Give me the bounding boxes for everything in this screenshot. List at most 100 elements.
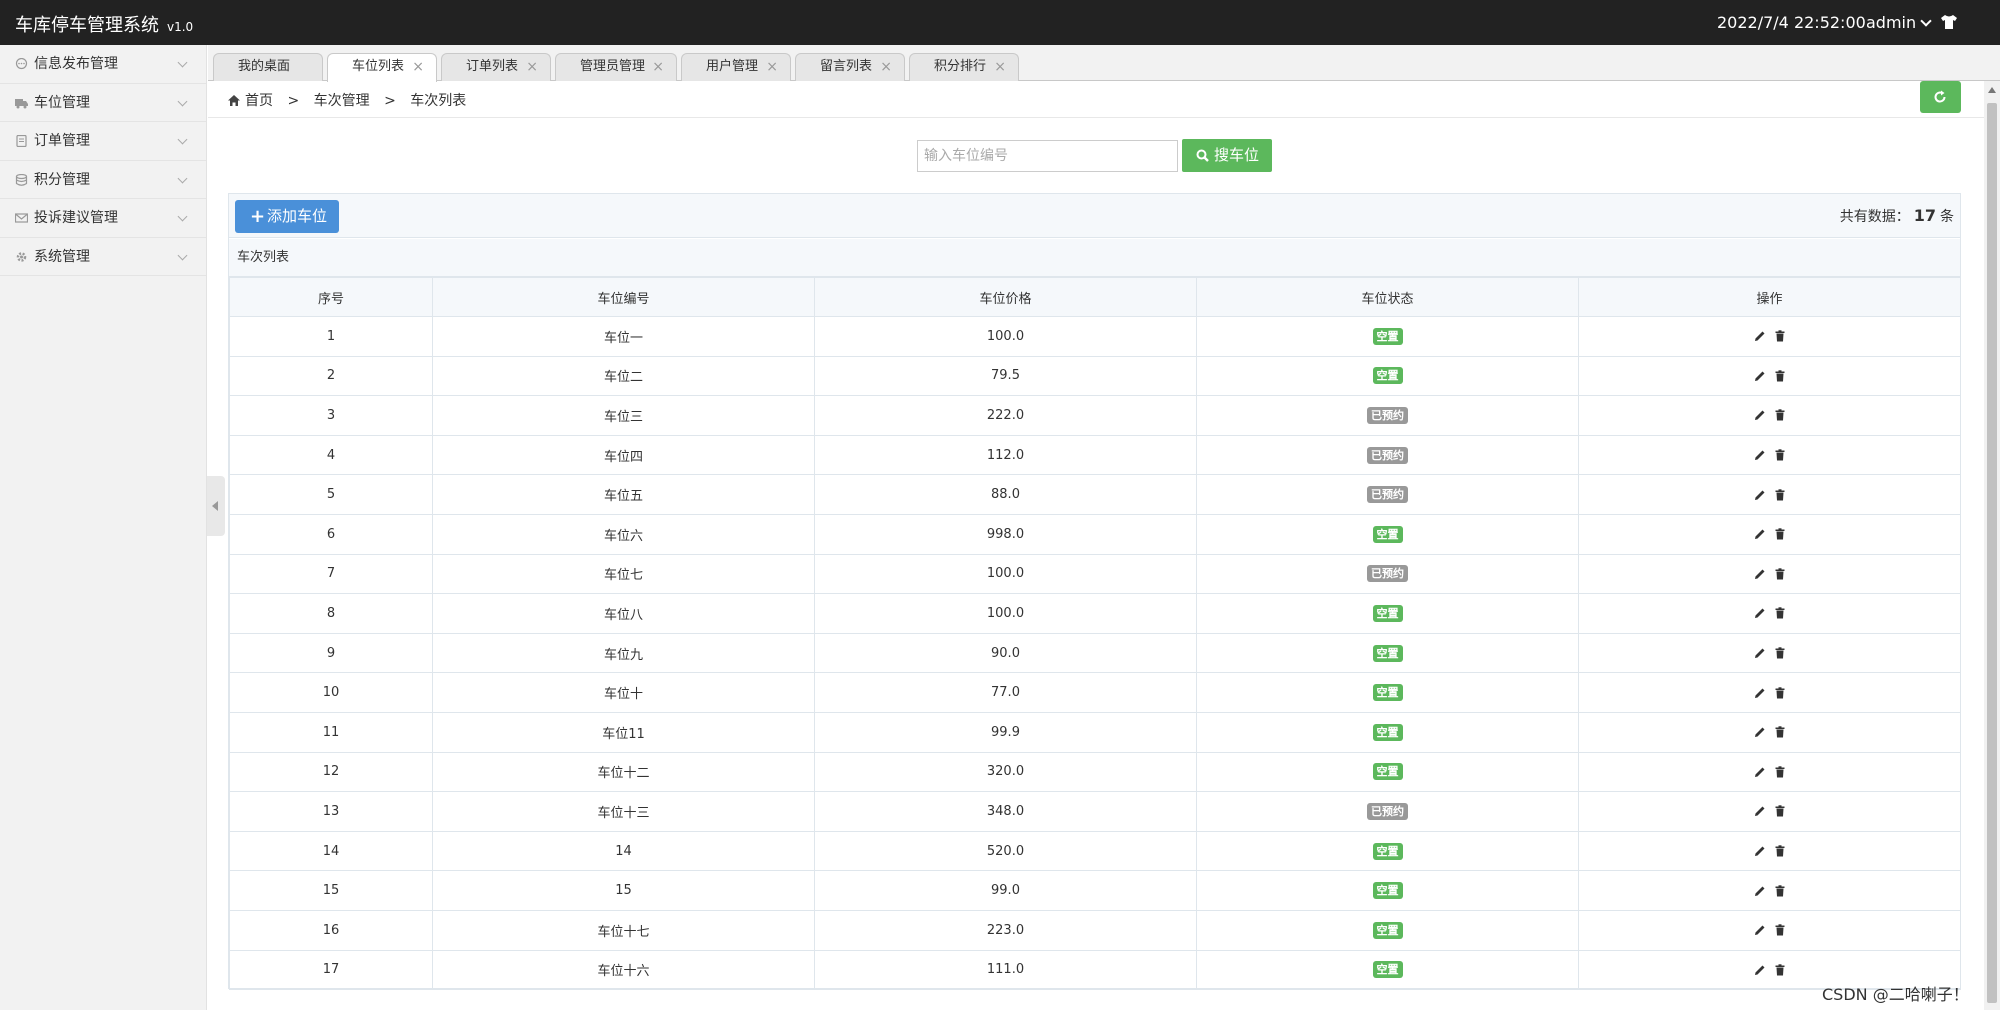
refresh-button[interactable] <box>1920 81 1961 113</box>
row-index: 5 <box>229 474 433 515</box>
chevron-down-icon <box>177 57 188 68</box>
table-row: 17 车位十六 111.0 空置 <box>229 949 1961 991</box>
edit-pencil-icon[interactable] <box>1754 489 1766 501</box>
sidebar-item-orders[interactable]: 订单管理 <box>0 122 206 161</box>
sidebar-item-complaints[interactable]: 投诉建议管理 <box>0 199 206 238</box>
parking-status-cell: 已预约 <box>1196 395 1579 436</box>
vertical-scrollbar[interactable] <box>1984 81 2000 1010</box>
parking-status-cell: 空置 <box>1196 751 1579 793</box>
delete-trash-icon[interactable] <box>1774 766 1786 778</box>
row-actions <box>1578 474 1961 515</box>
edit-pencil-icon[interactable] <box>1754 687 1766 699</box>
database-icon <box>15 173 28 186</box>
delete-trash-icon[interactable] <box>1774 409 1786 421</box>
delete-trash-icon[interactable] <box>1774 845 1786 857</box>
edit-pencil-icon[interactable] <box>1754 964 1766 976</box>
scrollbar-thumb[interactable] <box>1987 103 1997 1003</box>
close-icon[interactable]: × <box>412 54 424 80</box>
close-icon[interactable]: × <box>994 54 1006 80</box>
sidebar-collapse-handle[interactable] <box>207 476 225 536</box>
close-icon[interactable]: × <box>526 54 538 80</box>
edit-pencil-icon[interactable] <box>1754 449 1766 461</box>
tab-label: 留言列表 <box>820 59 873 74</box>
parking-price: 111.0 <box>814 949 1197 991</box>
edit-pencil-icon[interactable] <box>1754 647 1766 659</box>
parking-status-cell: 空置 <box>1196 316 1579 357</box>
delete-trash-icon[interactable] <box>1774 964 1786 976</box>
edit-pencil-icon[interactable] <box>1754 924 1766 936</box>
edit-pencil-icon[interactable] <box>1754 805 1766 817</box>
parking-code: 车位七 <box>432 553 815 595</box>
edit-pencil-icon[interactable] <box>1754 607 1766 619</box>
edit-pencil-icon[interactable] <box>1754 766 1766 778</box>
delete-trash-icon[interactable] <box>1774 488 1786 501</box>
tab-points-ranking[interactable]: 积分排行 × <box>909 53 1019 81</box>
tab-user-manage[interactable]: 用户管理 × <box>681 53 791 81</box>
parking-code: 车位四 <box>432 434 815 476</box>
edit-pencil-icon[interactable] <box>1754 528 1766 540</box>
search-icon <box>1196 149 1209 162</box>
tab-parking-list[interactable]: 车位列表 × <box>327 53 437 82</box>
breadcrumb-home[interactable]: 首页 <box>245 93 273 109</box>
sidebar-item-system[interactable]: 系统管理 <box>0 238 206 276</box>
content-panel: + 添加车位 共有数据： 17 条 车次列表 序号 车位编号 车位价格 车位状态 操… <box>228 193 1961 991</box>
close-icon[interactable]: × <box>880 54 892 80</box>
scroll-up-arrow-icon[interactable] <box>1988 87 1996 93</box>
parking-status-cell: 已预约 <box>1196 434 1579 476</box>
delete-trash-icon[interactable] <box>1774 528 1786 540</box>
sidebar-item-info[interactable]: 信息发布管理 <box>0 45 206 84</box>
edit-pencil-icon[interactable] <box>1754 845 1766 857</box>
status-badge: 空置 <box>1372 525 1403 543</box>
tab-desktop[interactable]: 我的桌面 <box>213 53 323 81</box>
parking-code: 车位五 <box>432 474 815 515</box>
edit-pencil-icon[interactable] <box>1754 370 1766 382</box>
theme-shirt-icon[interactable] <box>1940 14 1958 30</box>
user-menu[interactable]: admin <box>1866 13 1932 32</box>
delete-trash-icon[interactable] <box>1774 924 1786 936</box>
delete-trash-icon[interactable] <box>1774 647 1786 659</box>
tab-message-list[interactable]: 留言列表 × <box>795 53 905 81</box>
app-logo[interactable]: 车库停车管理系统 v1.0 <box>15 11 193 37</box>
parking-status-cell: 已预约 <box>1196 474 1579 515</box>
delete-trash-icon[interactable] <box>1774 884 1786 897</box>
breadcrumb-current: 车次列表 <box>410 93 467 109</box>
delete-trash-icon[interactable] <box>1774 726 1786 738</box>
delete-trash-icon[interactable] <box>1774 568 1786 580</box>
sidebar-item-points[interactable]: 积分管理 <box>0 161 206 199</box>
tab-order-list[interactable]: 订单列表 × <box>441 53 551 81</box>
edit-pencil-icon[interactable] <box>1754 409 1766 421</box>
delete-trash-icon[interactable] <box>1774 805 1786 817</box>
search-button[interactable]: 搜车位 <box>1182 139 1272 172</box>
column-header: 操作 <box>1578 277 1961 317</box>
status-badge: 空置 <box>1372 684 1403 702</box>
delete-trash-icon[interactable] <box>1774 370 1786 382</box>
row-actions <box>1578 355 1961 397</box>
sidebar-item-parking[interactable]: 车位管理 <box>0 84 206 122</box>
delete-trash-icon[interactable] <box>1774 330 1786 342</box>
row-actions <box>1578 513 1961 555</box>
tab-label: 订单列表 <box>466 59 519 74</box>
parking-table: 序号 车位编号 车位价格 车位状态 操作 1 车位一 100.0 空置 2 车位二 79.5… <box>229 277 1961 991</box>
parking-status-cell: 空置 <box>1196 909 1579 951</box>
close-icon[interactable]: × <box>766 54 778 80</box>
column-header: 车位价格 <box>814 277 1197 317</box>
delete-trash-icon[interactable] <box>1774 449 1786 461</box>
breadcrumb-level2[interactable]: 车次管理 <box>314 93 370 109</box>
edit-pencil-icon[interactable] <box>1754 568 1766 580</box>
parking-status-cell: 空置 <box>1196 830 1579 872</box>
edit-pencil-icon[interactable] <box>1754 330 1766 342</box>
parking-price: 100.0 <box>814 316 1197 357</box>
delete-trash-icon[interactable] <box>1774 686 1786 699</box>
edit-pencil-icon[interactable] <box>1754 726 1766 738</box>
close-icon[interactable]: × <box>652 54 664 80</box>
search-input[interactable] <box>917 140 1178 172</box>
parking-status-cell: 空置 <box>1196 593 1579 634</box>
parking-status-cell: 空置 <box>1196 513 1579 555</box>
delete-trash-icon[interactable] <box>1774 607 1786 619</box>
chevron-down-icon <box>177 173 188 183</box>
add-parking-button[interactable]: + 添加车位 <box>235 200 339 233</box>
edit-pencil-icon[interactable] <box>1754 885 1766 897</box>
tab-label: 积分排行 <box>934 59 987 74</box>
tab-admin-manage[interactable]: 管理员管理 × <box>555 53 677 81</box>
tab-label: 管理员管理 <box>580 59 646 74</box>
